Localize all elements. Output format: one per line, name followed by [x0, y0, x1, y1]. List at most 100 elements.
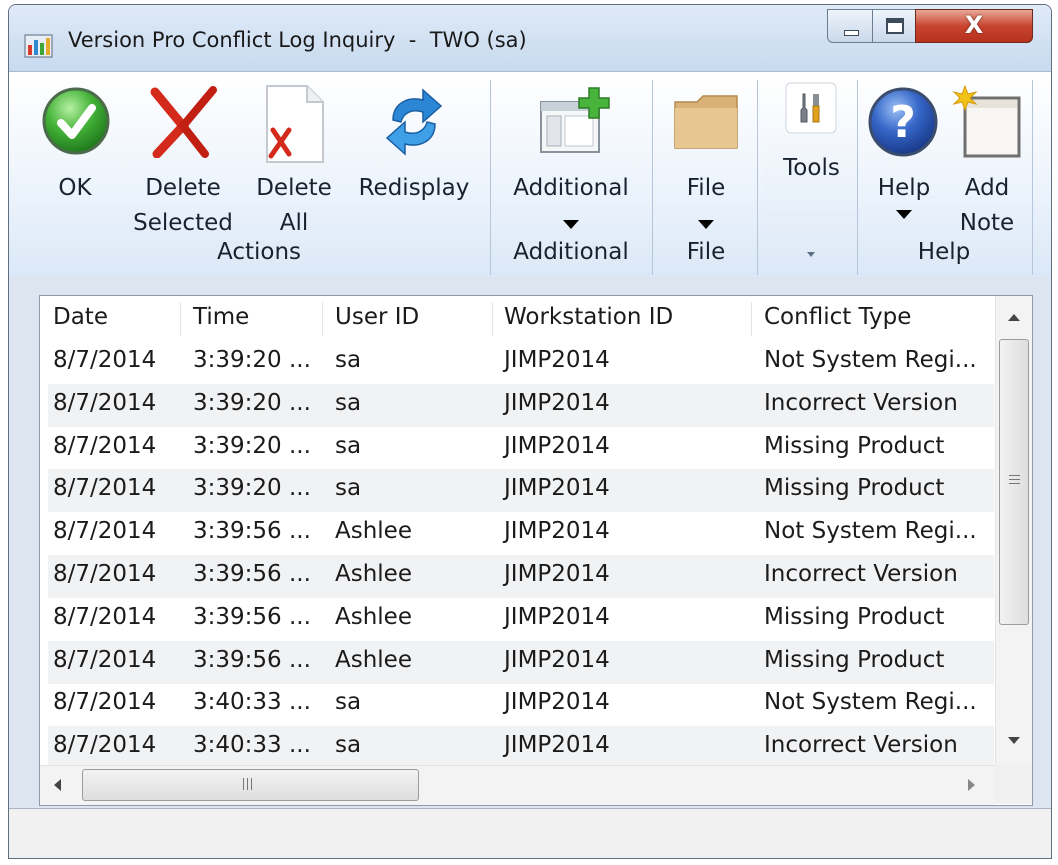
maximize-button[interactable] — [872, 9, 916, 43]
help-label: Help — [877, 175, 931, 201]
chevron-down-icon — [563, 214, 579, 233]
help-menu-button[interactable]: ? Help — [864, 82, 944, 232]
cell-time: 3:39:20 ... — [193, 475, 311, 502]
cell-date: 8/7/2014 — [53, 347, 157, 373]
cell-conflict-type: Missing Product — [764, 646, 945, 673]
horizontal-scroll-thumb[interactable] — [82, 769, 419, 801]
table-row[interactable]: 8/7/2014 3:40:33 ... sa JIMP2014 Incorrect V… — [48, 726, 994, 770]
cell-time: 3:39:56 ... — [193, 518, 311, 545]
help-question-icon: ? — [868, 87, 938, 157]
svg-text:?: ? — [890, 97, 916, 148]
cell-workstation-id: JIMP2014 — [504, 732, 610, 759]
cell-user-id: sa — [335, 475, 362, 502]
table-row[interactable]: 8/7/2014 3:39:20 ... sa JIMP2014 Missing Pro… — [48, 469, 994, 513]
group-label-additional: Additional — [513, 239, 629, 265]
delete-selected-button[interactable]: Delete Selected — [127, 82, 239, 236]
conflict-log-list[interactable]: Date Time User ID Workstation ID Conflic… — [39, 295, 1033, 806]
scroll-up-arrow-icon[interactable] — [1008, 314, 1020, 321]
cell-workstation-id: JIMP2014 — [504, 432, 610, 459]
delete-all-label-1: Delete — [256, 175, 332, 201]
delete-selected-label-2: Selected — [133, 210, 233, 236]
chevron-down-icon — [896, 204, 912, 223]
ribbon-separator — [652, 80, 653, 275]
column-divider[interactable] — [751, 302, 752, 336]
cell-workstation-id: JIMP2014 — [504, 646, 610, 673]
close-button[interactable]: X — [915, 9, 1033, 43]
cell-user-id: sa — [335, 347, 362, 373]
cell-conflict-type: Incorrect Version — [764, 561, 958, 587]
title-bar[interactable]: Version Pro Conflict Log Inquiry - TWO (… — [9, 5, 1051, 75]
table-row[interactable]: 8/7/2014 3:39:20 ... sa JIMP2014 Not System … — [48, 341, 994, 384]
column-divider[interactable] — [322, 302, 323, 336]
status-bar — [9, 808, 1051, 858]
note-star-icon — [952, 84, 1021, 158]
ribbon-toolbar: OK Delete Selected Delete All Redisplay … — [9, 71, 1051, 278]
table-row[interactable]: 8/7/2014 3:39:56 ... Ashlee JIMP2014 Incorre… — [48, 555, 994, 598]
list-header: Date Time User ID Workstation ID Conflic… — [40, 296, 994, 340]
delete-all-button[interactable]: Delete All — [249, 82, 339, 236]
redisplay-label: Redisplay — [358, 175, 470, 201]
table-row[interactable]: 8/7/2014 3:39:56 ... Ashlee JIMP2014 Missing… — [48, 598, 994, 641]
vertical-scroll-thumb[interactable] — [999, 339, 1029, 625]
table-row[interactable]: 8/7/2014 3:40:33 ... sa JIMP2014 Not System … — [48, 683, 994, 726]
horizontal-scrollbar[interactable] — [40, 765, 995, 805]
delete-selected-label-1: Delete — [145, 175, 221, 201]
additional-window-plus-icon — [540, 87, 610, 153]
column-header-time[interactable]: Time — [193, 304, 249, 330]
cell-time: 3:39:56 ... — [193, 646, 311, 673]
table-row[interactable]: 8/7/2014 3:39:56 ... Ashlee JIMP2014 Not Sys… — [48, 512, 994, 555]
column-header-user-id[interactable]: User ID — [335, 304, 419, 330]
cell-conflict-type: Missing Product — [764, 475, 945, 502]
scroll-down-arrow-icon[interactable] — [1008, 737, 1020, 744]
ok-button[interactable]: OK — [35, 82, 115, 222]
file-menu-button[interactable]: File — [661, 82, 751, 232]
table-row[interactable]: 8/7/2014 3:39:56 ... Ashlee JIMP2014 Missing… — [48, 640, 994, 684]
column-header-workstation-id[interactable]: Workstation ID — [504, 304, 673, 330]
cell-workstation-id: JIMP2014 — [504, 389, 610, 416]
cell-user-id: Ashlee — [335, 518, 412, 545]
cell-date: 8/7/2014 — [53, 689, 157, 716]
chevron-down-icon — [807, 252, 815, 257]
cell-date: 8/7/2014 — [53, 389, 157, 416]
cell-user-id: Ashlee — [335, 646, 412, 673]
group-label-actions: Actions — [216, 239, 301, 265]
ok-label: OK — [58, 175, 92, 201]
vertical-scrollbar[interactable] — [995, 296, 1032, 765]
ribbon-separator — [490, 80, 491, 275]
folder-icon — [674, 95, 738, 149]
column-divider[interactable] — [492, 302, 493, 336]
table-row[interactable]: 8/7/2014 3:39:20 ... sa JIMP2014 Missing Pro… — [48, 427, 994, 470]
minimize-button[interactable] — [827, 9, 873, 43]
cell-user-id: sa — [335, 689, 362, 716]
scroll-left-arrow-icon[interactable] — [54, 779, 61, 791]
cell-conflict-type: Not System Regi... — [764, 689, 977, 716]
app-window: Version Pro Conflict Log Inquiry - TWO (… — [8, 4, 1052, 859]
tools-icon — [785, 82, 837, 134]
cell-user-id: sa — [335, 389, 362, 416]
tools-menu-button[interactable]: Tools — [764, 78, 859, 268]
cell-date: 8/7/2014 — [53, 475, 157, 502]
cell-conflict-type: Incorrect Version — [764, 389, 958, 416]
tools-label: Tools — [783, 155, 840, 181]
cell-user-id: Ashlee — [335, 603, 412, 630]
cell-conflict-type: Incorrect Version — [764, 732, 958, 759]
close-icon: X — [964, 11, 984, 39]
cell-date: 8/7/2014 — [53, 561, 157, 587]
content-area: Date Time User ID Workstation ID Conflic… — [9, 277, 1051, 858]
column-header-date[interactable]: Date — [53, 304, 108, 330]
table-row[interactable]: 8/7/2014 3:39:20 ... sa JIMP2014 Incorrect V… — [48, 383, 994, 427]
additional-menu-button[interactable]: Additional — [501, 82, 641, 232]
cell-user-id: sa — [335, 732, 362, 759]
cell-workstation-id: JIMP2014 — [504, 347, 610, 373]
ok-check-icon — [42, 87, 110, 155]
cell-workstation-id: JIMP2014 — [504, 561, 610, 587]
ribbon-separator — [1032, 80, 1033, 275]
scroll-right-arrow-icon[interactable] — [968, 779, 975, 791]
cell-time: 3:39:20 ... — [193, 389, 311, 416]
column-divider[interactable] — [180, 302, 181, 336]
column-header-conflict-type[interactable]: Conflict Type — [764, 304, 911, 330]
cell-time: 3:40:33 ... — [193, 689, 311, 716]
add-note-button[interactable]: Add Note — [947, 82, 1027, 236]
ribbon-separator — [857, 80, 858, 275]
redisplay-button[interactable]: Redisplay — [349, 82, 479, 222]
